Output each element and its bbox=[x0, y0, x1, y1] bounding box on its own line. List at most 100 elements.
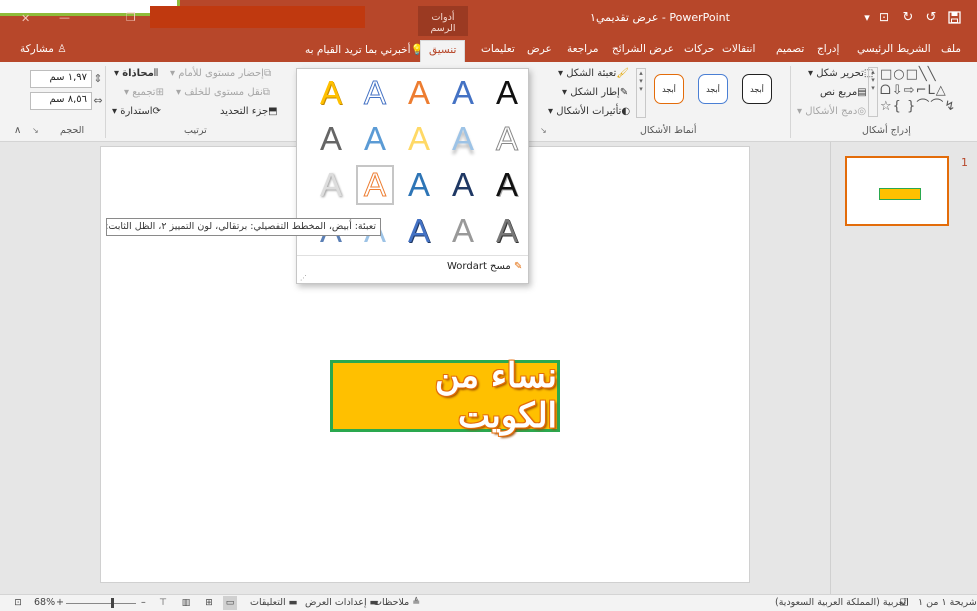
wordart-gallery[interactable]: A A A A A A A A A A A A A A A A A A A A … bbox=[296, 68, 529, 284]
minimize-button[interactable]: — bbox=[59, 11, 70, 24]
shape-fill-button[interactable]: 🖌تعبئة الشكل ▾ bbox=[558, 68, 629, 79]
comments-button[interactable]: ▬ التعليقات bbox=[250, 597, 298, 608]
present-icon[interactable]: ⊡ bbox=[876, 9, 892, 25]
tab-review[interactable]: مراجعة bbox=[567, 43, 599, 55]
rotate-button[interactable]: ⟳استدارة ▾ bbox=[112, 106, 161, 117]
share-button[interactable]: ♙ مشاركة bbox=[20, 43, 67, 55]
collapse-ribbon-icon[interactable]: ∧ bbox=[14, 125, 21, 136]
display-settings-button[interactable]: ▬ إعدادات العرض bbox=[305, 597, 379, 608]
shape-height-input[interactable]: ١,٩٧ سم bbox=[30, 70, 92, 88]
wordart-style-blue[interactable]: A bbox=[444, 73, 482, 113]
group-label-size: الحجم bbox=[60, 125, 85, 136]
text-box-button[interactable]: ▤مربع نص bbox=[820, 87, 867, 98]
reading-view-icon[interactable]: ▥ bbox=[179, 596, 193, 610]
zoom-slider-thumb[interactable] bbox=[111, 598, 114, 608]
height-icon: ⇕ bbox=[93, 71, 103, 85]
zoom-slider[interactable] bbox=[66, 603, 136, 604]
close-button[interactable]: ✕ bbox=[21, 12, 30, 25]
send-backward-button[interactable]: ⧉نقل مستوى للخلف ▾ bbox=[176, 87, 270, 98]
shape-styles-scroll[interactable]: ▴ ▾ ▾ bbox=[636, 68, 646, 118]
undo-icon[interactable]: ↺ bbox=[923, 9, 939, 25]
clear-wordart-button[interactable]: ✎ مسح Wordart bbox=[447, 261, 522, 272]
tab-transitions[interactable]: انتقالات bbox=[722, 43, 755, 55]
slideshow-view-icon[interactable]: ⊤ bbox=[156, 596, 170, 610]
selection-pane-label: جزء التحديد bbox=[220, 106, 269, 117]
shape-style-1[interactable]: أبجد bbox=[742, 74, 772, 104]
wordart-style-orange[interactable]: A bbox=[400, 73, 438, 113]
wordart-style-white-orange-outline[interactable]: A bbox=[356, 165, 394, 205]
wordart-style-black[interactable]: A bbox=[488, 73, 526, 113]
width-icon: ⇔ bbox=[93, 93, 103, 107]
wordart-style-black-shadow[interactable]: A bbox=[488, 165, 526, 205]
shape-styles-launcher-icon[interactable]: ↘ bbox=[540, 126, 547, 135]
tab-format[interactable]: تنسيق bbox=[420, 40, 466, 62]
zoom-level[interactable]: 68% bbox=[34, 597, 55, 608]
wordart-style-medium-gray[interactable]: A bbox=[444, 211, 482, 251]
save-icon[interactable] bbox=[946, 9, 962, 25]
wordart-style-steel-blue[interactable]: A bbox=[400, 165, 438, 205]
slide-thumbnail[interactable] bbox=[845, 156, 949, 226]
shape-style-2[interactable]: أبجد bbox=[698, 74, 728, 104]
thumbnail-panel: 1 bbox=[830, 142, 977, 594]
tab-file[interactable]: ملف bbox=[941, 43, 961, 55]
shape-effects-label: تأثيرات الأشكال bbox=[556, 106, 622, 117]
normal-view-icon[interactable]: ▭ bbox=[223, 596, 237, 610]
selection-pane-button[interactable]: ⬒جزء التحديد bbox=[220, 106, 278, 117]
customize-qat-icon[interactable]: ▾ bbox=[860, 10, 874, 24]
shape-outline-button[interactable]: ✎إطار الشكل ▾ bbox=[562, 87, 628, 98]
wordart-style-mid-blue[interactable]: A bbox=[356, 119, 394, 159]
shape-outline-label: إطار الشكل bbox=[570, 87, 620, 98]
slide-sorter-icon[interactable]: ⊞ bbox=[202, 596, 216, 610]
zoom-out-button[interactable]: – bbox=[141, 597, 146, 608]
tab-slideshow[interactable]: عرض الشرائح bbox=[612, 43, 674, 55]
wordart-style-gold[interactable]: A bbox=[312, 73, 350, 113]
shape-style-3[interactable]: أبجد bbox=[654, 74, 684, 104]
align-label: محاذاة bbox=[122, 68, 154, 79]
gallery-resize-handle[interactable]: ⋰ bbox=[300, 274, 307, 282]
shape-effects-button[interactable]: ◐تأثيرات الأشكال ▾ bbox=[548, 106, 630, 117]
tab-design[interactable]: تصميم bbox=[776, 43, 804, 55]
wordart-style-light-blue-reflect[interactable]: A bbox=[444, 119, 482, 159]
wordart-style-navy[interactable]: A bbox=[444, 165, 482, 205]
tab-view[interactable]: عرض bbox=[527, 43, 552, 55]
wordart-style-dark-gray-bevel[interactable]: A bbox=[488, 211, 526, 251]
wordart-style-gray-outline[interactable]: A bbox=[488, 119, 526, 159]
wordart-textbox[interactable]: نساء من الكويت bbox=[330, 356, 560, 436]
slide-count: شريحة ١ من ١ bbox=[918, 597, 977, 608]
wordart-style-gray[interactable]: A bbox=[312, 119, 350, 159]
tab-home[interactable]: الشريط الرئيسي bbox=[857, 43, 931, 55]
bring-forward-button[interactable]: ⧉إحضار مستوى للأمام ▾ bbox=[170, 68, 271, 79]
shape-width-input[interactable]: ٨,٥٦ سم bbox=[30, 92, 92, 110]
wordart-style-silver[interactable]: A bbox=[312, 165, 350, 205]
wordart-style-blue-bevel[interactable]: A bbox=[400, 211, 438, 251]
shape-width-value: ٨,٥٦ سم bbox=[49, 94, 87, 105]
zoom-in-button[interactable]: + bbox=[56, 597, 64, 608]
tab-help[interactable]: تعليمات bbox=[481, 43, 515, 55]
tab-insert[interactable]: إدراج bbox=[817, 43, 839, 55]
merge-shapes-button[interactable]: ◎دمج الأشكال ▾ bbox=[797, 106, 866, 117]
wordart-style-light-gold[interactable]: A bbox=[400, 119, 438, 159]
edit-shape-button[interactable]: ⬚تحرير شكل ▾ bbox=[808, 68, 873, 79]
wordart-style-blue-outline[interactable]: A bbox=[356, 73, 394, 113]
shapes-gallery[interactable]: □○□╲╲ ᗝ⇩⇨⌐ᒪ△ ☆{ }⌒⌒↯ bbox=[880, 67, 972, 115]
language-indicator[interactable]: العربية (المملكة العربية السعودية) bbox=[775, 597, 909, 608]
share-label: مشاركة bbox=[20, 43, 54, 55]
fit-to-window-icon[interactable]: ⊡ bbox=[12, 597, 24, 609]
size-launcher-icon[interactable]: ↘ bbox=[32, 126, 39, 135]
clear-wordart-label: مسح Wordart bbox=[447, 261, 511, 272]
redo-icon[interactable]: ↻ bbox=[900, 9, 916, 25]
tab-animations[interactable]: حركات bbox=[684, 43, 714, 55]
shape-effects-icon: ◐ bbox=[621, 106, 631, 117]
edit-shape-icon: ⬚ bbox=[863, 68, 874, 79]
group-button[interactable]: ⊞تجميع ▾ bbox=[124, 87, 164, 98]
wordart-text[interactable]: نساء من الكويت bbox=[333, 356, 557, 436]
status-bar: شريحة ١ من ١ ☑ العربية (المملكة العربية … bbox=[0, 594, 977, 611]
shape-height-value: ١,٩٧ سم bbox=[49, 72, 87, 83]
tell-me-box[interactable]: 💡أخبرني بما تريد القيام به bbox=[305, 43, 424, 56]
align-button[interactable]: ⫴محاذاة ▾ bbox=[114, 68, 158, 79]
notes-button[interactable]: ≜ ملاحظات bbox=[373, 597, 420, 608]
gallery-divider bbox=[297, 255, 528, 256]
group-icon: ⊞ bbox=[155, 87, 164, 98]
edit-shape-label: تحرير شكل bbox=[816, 68, 864, 79]
restore-button[interactable]: ❐ bbox=[126, 11, 136, 24]
